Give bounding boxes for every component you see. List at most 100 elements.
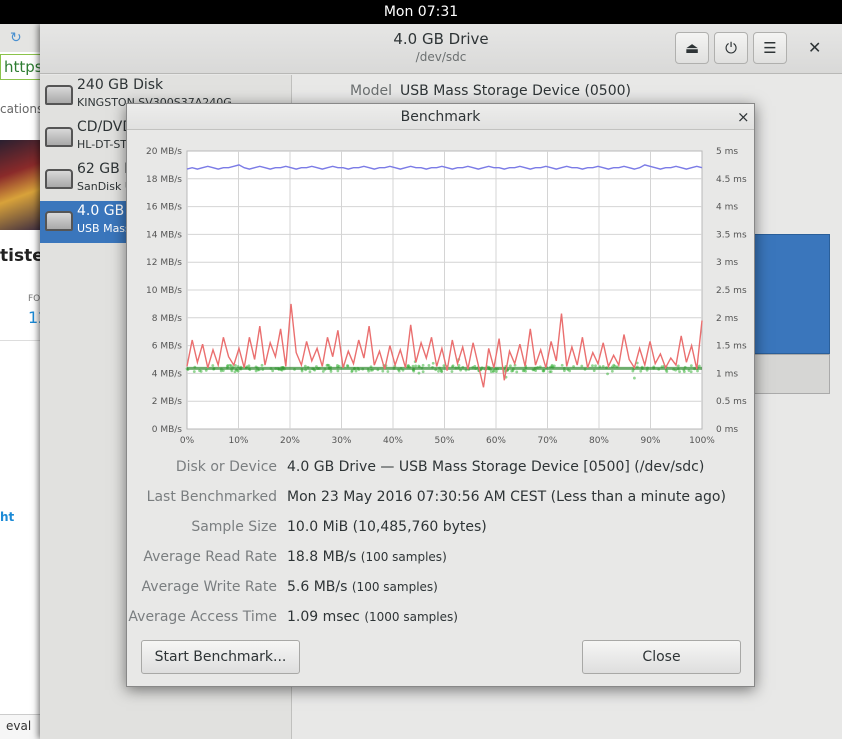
y-left-tick-label: 20 MB/s <box>146 147 182 157</box>
info-value: 18.8 MB/s (100 samples) <box>287 549 447 565</box>
access-time-point <box>346 364 349 367</box>
info-value: 5.6 MB/s (100 samples) <box>287 579 438 595</box>
usb-drive-icon <box>45 211 73 231</box>
x-tick-label: 0% <box>180 436 195 446</box>
y-right-tick-label: 0.5 ms <box>716 397 747 407</box>
tab-refresh-icon[interactable]: ↻ <box>10 30 22 46</box>
browser-tab-strip[interactable]: ↻ <box>0 24 44 52</box>
access-time-point <box>421 370 425 374</box>
access-time-point <box>515 370 519 374</box>
drive-model: USB Mass <box>77 222 131 235</box>
y-left-tick-label: 12 MB/s <box>146 258 182 268</box>
x-tick-label: 70% <box>537 436 557 446</box>
y-right-tick-label: 3 ms <box>716 258 738 268</box>
optical-drive-icon <box>45 127 73 147</box>
info-label: Disk or Device <box>175 459 277 475</box>
info-label: Last Benchmarked <box>146 489 277 505</box>
y-left-tick-label: 4 MB/s <box>152 369 183 379</box>
access-time-point <box>437 369 440 373</box>
y-left-tick-label: 8 MB/s <box>152 314 183 324</box>
access-time-point <box>321 369 325 373</box>
eject-button[interactable]: ⏏ <box>675 32 709 64</box>
window-close-button[interactable]: ✕ <box>808 38 821 57</box>
y-right-tick-label: 2 ms <box>716 314 738 324</box>
info-value: 10.0 MiB (10,485,760 bytes) <box>287 519 487 535</box>
benchmark-dialog: Benchmark × 0% 10% 20% 30% 40% 50% 60% 70% 80% 90… <box>126 103 755 687</box>
benchmark-chart: 0% 10% 20% 30% 40% 50% 60% 70% 80% 90% 100% 0 MB/s 0… <box>146 147 747 446</box>
info-value: Mon 23 May 2016 07:30:56 AM CEST (Less t… <box>287 489 726 505</box>
access-time-point <box>192 370 196 373</box>
access-time-point <box>397 369 401 373</box>
access-time-point <box>219 369 223 373</box>
sample-count: (100 samples) <box>351 580 438 594</box>
header-bar: 4.0 GB Drive /dev/sdc ⏏ ⏻ ☰ ✕ <box>40 24 842 74</box>
divider <box>0 340 44 341</box>
y-right-tick-label: 0 ms <box>716 425 738 435</box>
access-time-point <box>199 369 203 373</box>
access-time-point <box>610 369 614 373</box>
access-time-point <box>326 363 330 367</box>
access-time-point <box>678 370 681 374</box>
info-label: Average Read Rate <box>143 549 277 565</box>
x-tick-label: 50% <box>434 436 454 446</box>
access-time-point <box>354 369 358 373</box>
info-value: 1.09 msec (1000 samples) <box>287 609 458 625</box>
drive-menu-button[interactable]: ☰ <box>753 32 787 64</box>
access-time-point <box>336 369 340 373</box>
model-label: Model <box>350 83 393 99</box>
y-right-tick-label: 1.5 ms <box>716 342 747 352</box>
access-time-point <box>386 370 390 373</box>
y-left-tick-label: 14 MB/s <box>146 230 182 240</box>
link-fragment[interactable]: ht <box>0 510 14 524</box>
y-left-tick-label: 16 MB/s <box>146 203 182 213</box>
access-time-point <box>442 364 446 368</box>
info-value: 4.0 GB Drive — USB Mass Storage Device [… <box>287 459 705 475</box>
partition-volume-block[interactable] <box>752 234 830 354</box>
x-tick-label: 80% <box>589 436 609 446</box>
drive-name: 240 GB Disk <box>77 77 164 93</box>
top-bar-clock[interactable]: Mon 07:31 <box>0 0 842 24</box>
access-time-point <box>336 363 339 367</box>
access-time-point <box>665 370 669 373</box>
access-time-point <box>548 370 552 374</box>
y-right-tick-label: 3.5 ms <box>716 230 747 240</box>
browser-url-bar[interactable]: https <box>0 54 44 80</box>
drive-model: SanDisk U <box>77 180 133 193</box>
profile-name: tister <box>0 246 44 266</box>
power-off-button[interactable]: ⏻ <box>714 32 748 64</box>
usb-drive-icon <box>45 169 73 189</box>
menu-icon: ☰ <box>763 39 777 57</box>
access-time-point <box>367 369 371 373</box>
access-time-point <box>591 364 594 368</box>
y-left-tick-label: 18 MB/s <box>146 175 182 185</box>
y-right-tick-label: 4.5 ms <box>716 175 747 185</box>
access-time-point <box>450 370 454 373</box>
x-tick-label: 60% <box>486 436 506 446</box>
y-right-tick-label: 1 ms <box>716 369 738 379</box>
browser-subtitle: cations <box>0 102 44 116</box>
eject-icon: ⏏ <box>684 39 700 57</box>
access-time-point <box>494 370 498 373</box>
access-time-point <box>509 364 512 368</box>
y-right-tick-label: 2.5 ms <box>716 286 747 296</box>
x-tick-label: 40% <box>383 436 403 446</box>
access-time-point <box>594 364 597 368</box>
y-right-tick-label: 5 ms <box>716 147 738 157</box>
access-time-point <box>633 376 636 380</box>
access-time-point <box>329 370 333 373</box>
access-time-point <box>417 371 421 375</box>
y-left-tick-label: 0 MB/s <box>152 425 183 435</box>
close-button[interactable]: Close <box>582 640 741 674</box>
access-time-point <box>260 363 264 367</box>
access-time-point <box>228 363 232 367</box>
start-benchmark-button[interactable]: Start Benchmark... <box>141 640 300 674</box>
access-time-point <box>211 364 215 367</box>
access-time-point <box>696 369 699 373</box>
free-space-block[interactable] <box>752 354 830 394</box>
access-time-point <box>612 363 616 367</box>
access-time-point <box>427 364 431 367</box>
model-value: USB Mass Storage Device (0500) <box>400 83 631 99</box>
access-time-point <box>639 369 643 373</box>
access-time-point <box>682 370 686 374</box>
dialog-close-icon[interactable]: × <box>737 108 750 126</box>
